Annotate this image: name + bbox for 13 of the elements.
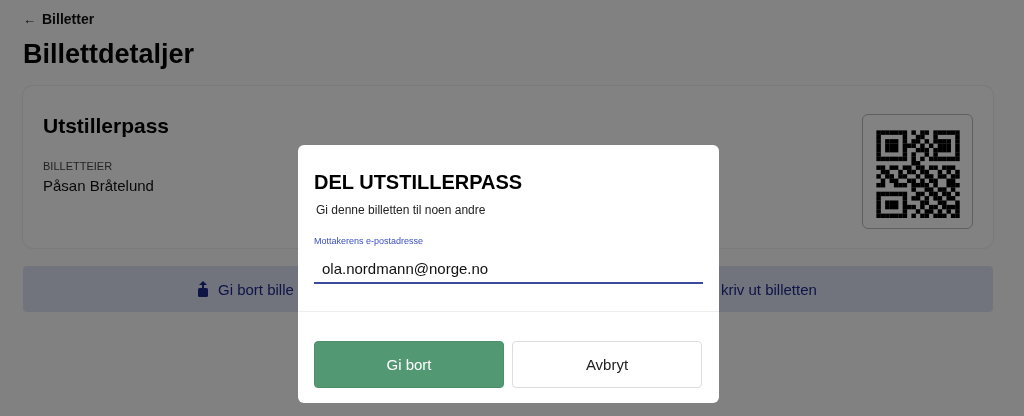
print-link[interactable]: kriv ut billetten	[721, 280, 817, 298]
back-link[interactable]: ← Billetter	[23, 11, 95, 27]
owner-label: BILLETTEIER	[43, 160, 114, 172]
give-away-button[interactable]: Gi bort	[314, 341, 504, 388]
page-title: Billettdetaljer	[23, 39, 195, 70]
give-away-link[interactable]: Gi bort bille	[197, 280, 294, 298]
cancel-button[interactable]: Avbryt	[512, 341, 702, 388]
ticket-name: Utstillerpass	[43, 114, 170, 138]
field-label: Mottakerens e-postadresse	[314, 236, 424, 246]
share-icon	[197, 281, 209, 297]
owner-name: Påsan Bråtelund	[43, 177, 155, 194]
dialog-title: DEL UTSTILLERPASS	[314, 171, 523, 194]
dialog-subtitle: Gi denne billetten til noen andre	[316, 203, 486, 217]
